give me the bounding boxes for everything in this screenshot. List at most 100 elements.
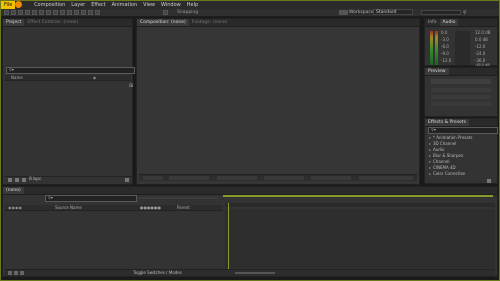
menu-composition[interactable]: Composition [31, 1, 68, 9]
audio-meter-left [430, 31, 433, 65]
composition-panel: Composition: (none) Footage: (none) [136, 18, 420, 185]
preview-panel: Preview [424, 67, 498, 117]
tab-project[interactable]: Project [3, 19, 25, 26]
timeline-switch-icons[interactable] [138, 197, 218, 199]
new-folder-icon[interactable] [15, 178, 19, 182]
layer-switches-icon: ●●●●●● [140, 205, 161, 210]
label-tag-icon: ◆ [93, 75, 97, 80]
db-scale-label: -12.0 [475, 44, 486, 49]
zoom-slider[interactable] [235, 272, 275, 274]
rotate-tool-icon[interactable] [25, 10, 30, 15]
menu-help[interactable]: Help [184, 1, 201, 9]
mask-tool-icon[interactable] [46, 10, 51, 15]
current-time-indicator[interactable] [228, 203, 229, 269]
menu-view[interactable]: View [140, 1, 158, 9]
db-scale-label: -3.0 [441, 37, 449, 42]
effects-category[interactable]: Color Correction [429, 171, 465, 176]
toggle-switches-modes-button[interactable]: Toggle Switches / Modes [133, 270, 182, 275]
exposure-control[interactable] [359, 176, 413, 180]
hand-tool-icon[interactable] [11, 10, 16, 15]
timeline-footer: Toggle Switches / Modes [5, 269, 495, 276]
ram-preview-options[interactable] [431, 88, 491, 92]
db-scale-label: -6.0 [441, 44, 449, 49]
tab-composition[interactable]: Composition: (none) [137, 19, 189, 26]
effects-search-input[interactable]: ⚲▾ [428, 127, 498, 134]
help-search-input[interactable] [421, 10, 461, 15]
flowchart-icon[interactable]: ⊞ [129, 83, 133, 89]
tab-preview[interactable]: Preview [425, 68, 449, 75]
effects-category[interactable]: Blur & Sharpen [429, 153, 463, 158]
source-name-label: Source Name [55, 205, 82, 210]
workspace-select[interactable]: Standard [373, 9, 413, 15]
workspace-label: Workspace: [349, 10, 376, 15]
frame-rate-setting[interactable] [431, 95, 491, 99]
menu-animation[interactable]: Animation [109, 1, 141, 9]
menu-file[interactable]: File [1, 1, 16, 9]
zoom-tool-icon[interactable] [18, 10, 23, 15]
playback-controls[interactable] [431, 79, 491, 84]
new-preset-icon[interactable] [487, 179, 491, 183]
trash-icon[interactable] [125, 178, 129, 182]
resolution-select[interactable] [217, 176, 257, 180]
pen-tool-icon[interactable] [53, 10, 58, 15]
eraser-tool-icon[interactable] [81, 10, 86, 15]
camera-view-select[interactable] [311, 176, 351, 180]
parent-label: Parent [177, 205, 190, 210]
expand-pane-icon[interactable] [8, 271, 12, 275]
effects-category[interactable]: * Animation Presets [429, 135, 473, 140]
project-search-input[interactable]: ⚲▾ [6, 67, 135, 74]
db-scale-label: -24.0 [475, 51, 486, 56]
camera-tool-icon[interactable] [32, 10, 37, 15]
selection-tool-icon[interactable] [4, 10, 9, 15]
timeline-search-input[interactable]: ⚲▾ [45, 195, 137, 202]
tab-timeline[interactable]: (none) [3, 187, 24, 194]
snapping-checkbox[interactable] [163, 10, 168, 15]
timeline-track-area[interactable] [225, 209, 495, 268]
tab-audio[interactable]: Audio [439, 19, 459, 26]
work-area-bar[interactable] [223, 195, 493, 197]
tools-toolbar: Snapping Workspace: Standard ⚲ [1, 9, 499, 17]
view-options[interactable] [264, 176, 304, 180]
tab-effects-presets[interactable]: Effects & Presets [425, 119, 470, 126]
menu-window[interactable]: Window [158, 1, 184, 9]
project-panel: Project Effect Controls: (none) ⚲▾ Name … [2, 18, 135, 185]
new-composition-icon[interactable] [22, 178, 26, 182]
av-switches-icon: ◉◉◉◉ [8, 205, 22, 210]
workspace-icon [339, 10, 348, 15]
effects-category[interactable]: 3D Channel [429, 141, 456, 146]
search-icon[interactable]: ⚲ [463, 10, 467, 16]
puppet-tool-icon[interactable] [95, 10, 100, 15]
clone-tool-icon[interactable] [74, 10, 79, 15]
magnification-select[interactable] [143, 176, 163, 180]
bit-depth-button[interactable]: 8 bpc [29, 177, 41, 182]
roto-brush-tool-icon[interactable] [88, 10, 93, 15]
menu-layer[interactable]: Layer [68, 1, 88, 9]
db-scale-label: 0.0 [441, 30, 448, 35]
timecode-display[interactable] [169, 176, 209, 180]
tab-info[interactable]: Info [425, 19, 440, 26]
mouse-cursor-highlight [15, 1, 22, 8]
project-footer: 8 bpc [5, 176, 132, 183]
audio-meter-right [435, 31, 438, 65]
project-column-header: Name ◆ [5, 75, 131, 81]
tab-effect-controls[interactable]: Effect Controls: (none) [24, 19, 81, 26]
db-scale-label: -9.0 [441, 51, 449, 56]
expand-pane-icon[interactable] [14, 271, 18, 275]
tab-footage[interactable]: Footage: (none) [189, 19, 231, 26]
type-tool-icon[interactable] [60, 10, 65, 15]
resolution-setting[interactable] [431, 102, 491, 106]
timeline-panel: (none) ⚲▾ ◉◉◉◉ Source Name ●●●●●● Parent… [2, 186, 498, 277]
effects-category[interactable]: Audio [429, 147, 444, 152]
effects-category[interactable]: CINEMA 4D [429, 165, 456, 170]
snapping-label: Snapping [177, 10, 199, 15]
brush-tool-icon[interactable] [67, 10, 72, 15]
db-scale-label: -12.0 [441, 58, 452, 63]
interpret-footage-icon[interactable] [8, 178, 12, 182]
expand-pane-icon[interactable] [20, 271, 24, 275]
db-scale-label: 12.0 dB [475, 30, 491, 35]
audio-slider-track[interactable] [455, 31, 470, 65]
menu-effect[interactable]: Effect [88, 1, 108, 9]
time-ruler[interactable] [225, 203, 495, 207]
effects-category[interactable]: Channel [429, 159, 449, 164]
pan-behind-tool-icon[interactable] [39, 10, 44, 15]
